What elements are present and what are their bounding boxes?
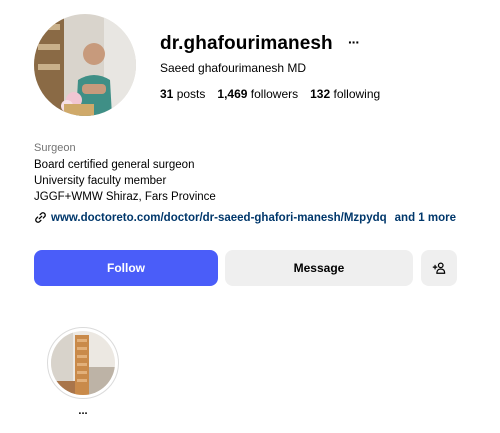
bio-line: University faculty member	[34, 175, 167, 187]
profile-link[interactable]: www.doctoreto.com/doctor/dr-saeed-ghafor…	[34, 211, 456, 224]
suggested-users-button[interactable]	[421, 250, 457, 286]
profile-category: Surgeon	[34, 142, 76, 154]
follow-button[interactable]: Follow	[34, 250, 218, 286]
add-person-icon	[432, 262, 446, 274]
more-options-icon[interactable]: ···	[348, 34, 360, 50]
message-button[interactable]: Message	[225, 250, 413, 286]
profile-stats: 31 posts 1,469 followers 132 following	[160, 87, 380, 101]
following-label: following	[333, 87, 381, 101]
highlight-label: ...	[78, 405, 88, 417]
profile-full-name: Saeed ghafourimanesh MD	[160, 61, 307, 75]
story-highlight[interactable]	[47, 327, 119, 399]
profile-username: dr.ghafourimanesh	[160, 33, 333, 54]
following-stat[interactable]: 132 following	[310, 87, 380, 101]
link-icon	[34, 211, 47, 224]
bio-line: Board certified general surgeon	[34, 159, 195, 171]
followers-count: 1,469	[217, 87, 248, 101]
posts-count: 31	[160, 87, 174, 101]
following-count: 132	[310, 87, 331, 101]
followers-label: followers	[250, 87, 299, 101]
highlight-cover	[51, 331, 115, 395]
posts-label: posts	[176, 87, 206, 101]
followers-stat[interactable]: 1,469 followers	[217, 87, 298, 101]
bio-line: JGGF+WMW Shiraz, Fars Province	[34, 191, 216, 203]
profile-link-url[interactable]: www.doctoreto.com/doctor/dr-saeed-ghafor…	[51, 212, 387, 224]
profile-photo	[34, 14, 136, 116]
posts-stat: 31 posts	[160, 87, 205, 101]
profile-avatar[interactable]	[34, 14, 136, 116]
profile-link-more[interactable]: and 1 more	[395, 212, 456, 224]
